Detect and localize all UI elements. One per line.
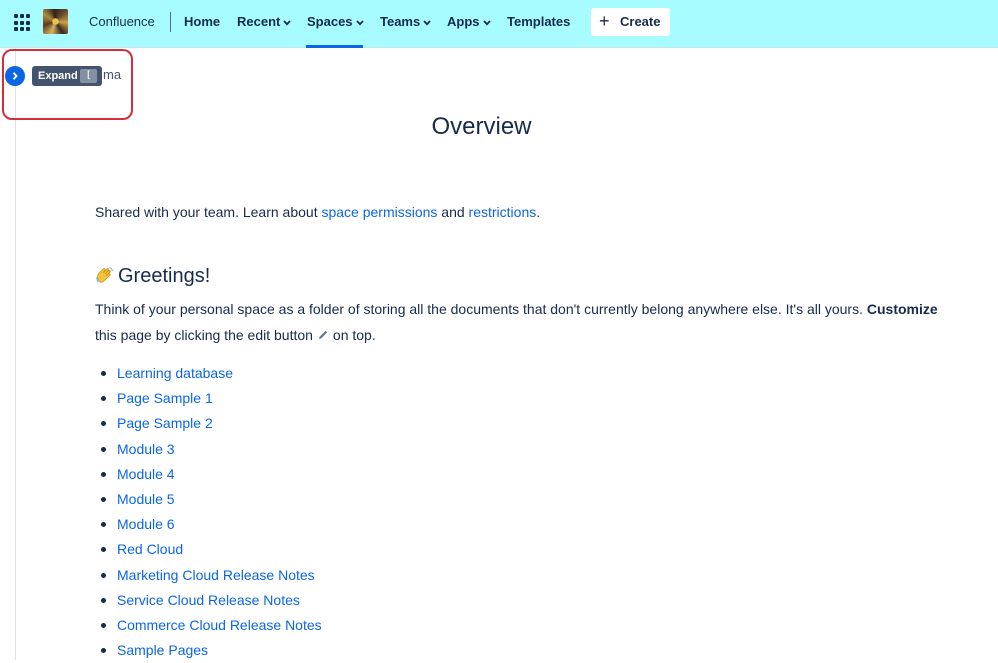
nav-templates[interactable]: Templates: [507, 0, 570, 44]
nav-recent[interactable]: Recent: [237, 0, 292, 44]
list-item-link[interactable]: Commerce Cloud Release Notes: [117, 617, 322, 633]
nav-spaces[interactable]: Spaces: [307, 0, 364, 44]
list-item-link[interactable]: Module 6: [117, 516, 175, 532]
intro-paragraph: Shared with your team. Learn about space…: [95, 199, 540, 225]
chevron-down-icon: [482, 19, 491, 26]
nav-teams[interactable]: Teams: [380, 0, 431, 44]
create-button-label: Create: [620, 14, 661, 29]
nav-apps[interactable]: Apps: [447, 0, 491, 44]
list-item: Page Sample 1: [95, 386, 322, 411]
list-item-link[interactable]: Page Sample 1: [117, 390, 213, 406]
list-item-link[interactable]: Service Cloud Release Notes: [117, 592, 300, 608]
nav-spaces-label: Spaces: [307, 14, 353, 29]
list-item-link[interactable]: Page Sample 2: [117, 415, 213, 431]
chevron-down-icon: [355, 19, 364, 26]
nav-templates-label: Templates: [507, 14, 571, 29]
greetings-heading: Greetings!: [95, 262, 210, 290]
page-title: Overview: [431, 113, 532, 140]
body-text-3: on top.: [332, 327, 376, 343]
list-item: Commerce Cloud Release Notes: [95, 613, 322, 638]
nav-home-label: Home: [184, 14, 221, 29]
list-item: Red Cloud: [95, 537, 322, 562]
list-item-link[interactable]: Learning database: [117, 365, 233, 381]
intro-text-after: .: [536, 204, 541, 220]
chevron-down-icon: [423, 19, 431, 26]
expand-tooltip: Expand [: [32, 66, 102, 86]
list-item: Marketing Cloud Release Notes: [95, 563, 322, 588]
list-item: Module 5: [95, 487, 322, 512]
body-bold-customize: Customize: [866, 301, 938, 317]
keyboard-shortcut: [: [80, 69, 97, 83]
list-item: Learning database: [95, 361, 322, 386]
list-item-link[interactable]: Red Cloud: [117, 541, 183, 557]
nav-recent-label: Recent: [237, 14, 281, 29]
list-item-link[interactable]: Module 5: [117, 491, 175, 507]
body-text-1: Think of your personal space as a folder…: [95, 301, 867, 317]
body-paragraph: Think of your personal space as a folder…: [95, 296, 985, 348]
breadcrumb[interactable]: ma: [103, 66, 121, 84]
list-item-link[interactable]: Module 3: [117, 441, 175, 457]
chevron-right-icon: [12, 72, 18, 80]
plus-icon: +: [599, 11, 610, 31]
list-item-link[interactable]: Module 4: [117, 466, 175, 482]
list-item: Module 3: [95, 437, 322, 462]
pencil-icon: [318, 330, 328, 339]
body-text-2: this page by clicking the edit button: [95, 327, 313, 343]
nav-divider: [170, 12, 171, 32]
product-name[interactable]: Confluence: [89, 0, 155, 44]
nav-teams-label: Teams: [380, 14, 421, 29]
space-permissions-link[interactable]: space permissions: [321, 204, 437, 220]
chevron-down-icon: [283, 19, 292, 26]
site-logo[interactable]: [43, 9, 68, 34]
list-item: Module 4: [95, 462, 322, 487]
restrictions-link[interactable]: restrictions: [469, 204, 537, 220]
nav-home[interactable]: Home: [184, 0, 220, 44]
list-item: Service Cloud Release Notes: [95, 588, 322, 613]
create-button[interactable]: + Create: [591, 8, 670, 36]
greetings-heading-text: Greetings!: [118, 265, 211, 287]
active-nav-indicator: [306, 45, 363, 48]
intro-text-middle: and: [437, 204, 469, 220]
list-item: Sample Pages: [95, 638, 322, 663]
intro-text-before: Shared with your team. Learn about: [95, 204, 322, 220]
expand-tooltip-label: Expand: [38, 70, 78, 82]
top-navigation-bar: Confluence Home Recent Spaces Teams Apps…: [0, 0, 998, 48]
app-switcher-icon[interactable]: [14, 14, 32, 32]
list-item-link[interactable]: Marketing Cloud Release Notes: [117, 567, 315, 583]
list-item-link[interactable]: Sample Pages: [117, 642, 208, 658]
waving-hand-icon: [96, 266, 114, 283]
expand-sidebar-button[interactable]: [5, 66, 25, 86]
page-links-list: Learning database Page Sample 1 Page Sam…: [95, 361, 322, 663]
nav-apps-label: Apps: [447, 14, 480, 29]
list-item: Module 6: [95, 512, 322, 537]
list-item: Page Sample 2: [95, 411, 322, 436]
